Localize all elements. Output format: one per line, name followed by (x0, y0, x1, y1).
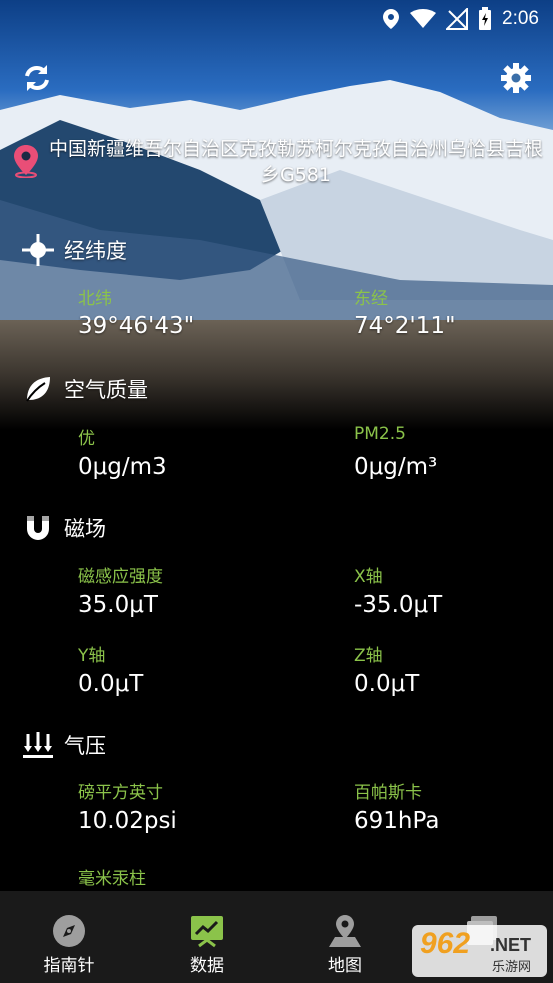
refresh-button[interactable] (17, 58, 57, 98)
section-air-quality-header: 空气质量 (20, 372, 148, 406)
hpa-value: 691hPa (354, 808, 440, 834)
section-title: 气压 (64, 734, 106, 758)
section-title: 磁场 (64, 517, 106, 541)
status-time: 2:06 (502, 8, 539, 29)
y-axis-label: Y轴 (78, 646, 106, 666)
location-address: 中国新疆维吾尔自治区克孜勒苏柯尔克孜自治州乌恰县吉根乡G581 (8, 136, 548, 190)
pressure-icon (20, 728, 56, 762)
latitude-value: 39°46'43" (78, 313, 195, 339)
signal-icon (446, 8, 469, 30)
data-chart-icon (187, 911, 227, 951)
crosshair-icon (20, 233, 56, 267)
latitude-label: 北纬 (78, 289, 112, 309)
x-axis-value: -35.0μT (354, 592, 443, 618)
field-strength-value: 35.0μT (78, 592, 158, 618)
screen: 2:06 中国新疆维吾尔自治区克孜勒苏柯尔克孜自治州乌恰县吉根乡G581 经纬度… (0, 0, 553, 983)
wifi-icon (410, 9, 437, 28)
location-status-icon (383, 9, 400, 29)
status-bar: 2:06 (0, 0, 553, 38)
air-quality-value: 0μg/m3 (78, 454, 167, 480)
watermark-sub: 乐游网 (492, 960, 532, 975)
longitude-label: 东经 (354, 289, 388, 309)
compass-icon (49, 911, 89, 951)
refresh-icon (25, 65, 49, 91)
x-axis-label: X轴 (354, 567, 383, 587)
z-axis-value: 0.0μT (354, 671, 420, 697)
battery-charging-icon (479, 7, 492, 30)
watermark-net: .NET (490, 935, 532, 955)
nav-compass[interactable]: 指南针 (0, 891, 138, 983)
pm25-label: PM2.5 (354, 424, 406, 444)
pm25-value: 0μg/m³ (354, 454, 438, 480)
section-magnetic-header: 磁场 (20, 511, 106, 545)
nav-compass-label: 指南针 (43, 956, 95, 976)
nav-map[interactable]: 地图 (276, 891, 414, 983)
map-pin-icon (14, 145, 38, 178)
field-strength-label: 磁感应强度 (78, 567, 163, 587)
y-axis-value: 0.0μT (78, 671, 144, 697)
map-icon (325, 911, 365, 951)
watermark-number: 962 (420, 927, 471, 960)
section-title: 经纬度 (64, 239, 127, 263)
longitude-value: 74°2'11" (354, 313, 456, 339)
leaf-icon (20, 372, 56, 406)
psi-label: 磅平方英寸 (78, 783, 163, 803)
section-coordinates-header: 经纬度 (20, 233, 127, 267)
magnet-icon (20, 511, 56, 545)
section-pressure-header: 气压 (20, 728, 106, 762)
psi-value: 10.02psi (78, 808, 177, 834)
hpa-label: 百帕斯卡 (354, 783, 422, 803)
z-axis-label: Z轴 (354, 646, 383, 666)
nav-data[interactable]: 数据 (138, 891, 276, 983)
address-text: 中国新疆维吾尔自治区克孜勒苏柯尔克孜自治州乌恰县吉根乡G581 (48, 138, 543, 186)
watermark-logo: 962 .NET 乐游网 (412, 925, 547, 977)
mmhg-label: 毫米汞柱 (78, 869, 146, 889)
air-quality-label: 优 (78, 429, 95, 449)
nav-map-label: 地图 (328, 956, 362, 976)
gear-icon (501, 63, 531, 93)
settings-button[interactable] (496, 58, 536, 98)
nav-data-label: 数据 (190, 956, 224, 976)
status-icons: 2:06 (382, 6, 539, 32)
section-title: 空气质量 (64, 378, 148, 402)
